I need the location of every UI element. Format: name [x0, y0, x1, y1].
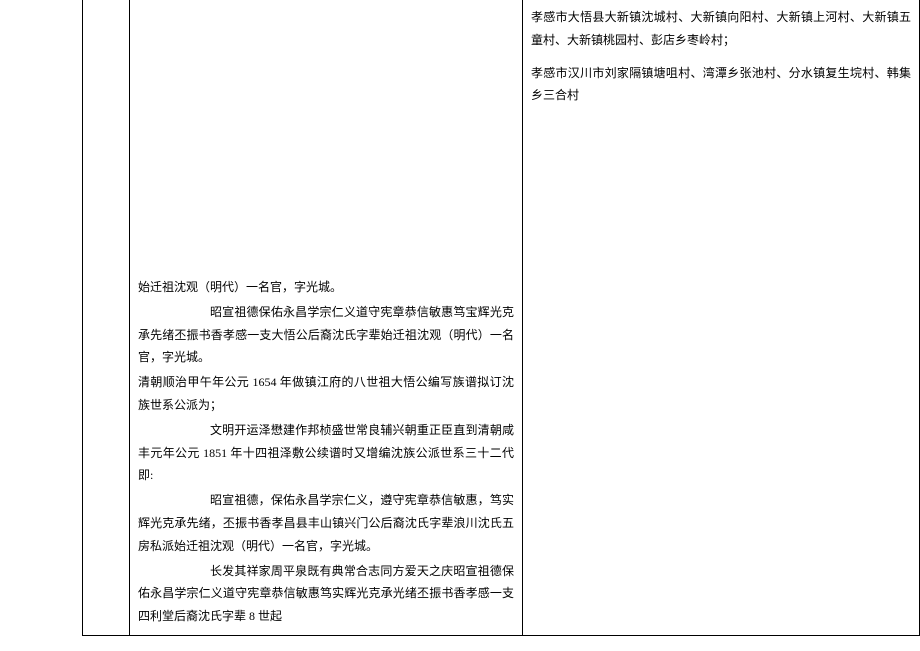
paragraph: 始迁祖沈观（明代）一名官，字光城。 — [138, 276, 514, 299]
paragraph: 昭宣祖德，保佑永昌学宗仁义，遵守宪章恭信敏惠，笃实辉光克承先绪，丕振书香孝昌县丰… — [138, 489, 514, 557]
paragraph: 孝感市汉川市刘家隔镇塘咀村、湾潭乡张池村、分水镇复生垸村、韩集乡三合村 — [531, 62, 911, 108]
table-col-2: 始迁祖沈观（明代）一名官，字光城。 昭宣祖德保佑永昌学宗仁义道守宪章恭信敏惠笃宝… — [130, 0, 523, 636]
table-col-3: 孝感市大悟县大新镇沈城村、大新镇向阳村、大新镇上河村、大新镇五童村、大新镇桃园村… — [523, 0, 920, 636]
paragraph: 孝感市大悟县大新镇沈城村、大新镇向阳村、大新镇上河村、大新镇五童村、大新镇桃园村… — [531, 6, 911, 52]
document-table: 始迁祖沈观（明代）一名官，字光城。 昭宣祖德保佑永昌学宗仁义道守宪章恭信敏惠笃宝… — [82, 0, 920, 636]
right-text-block: 孝感市大悟县大新镇沈城村、大新镇向阳村、大新镇上河村、大新镇五童村、大新镇桃园村… — [531, 6, 911, 109]
paragraph: 清朝顺治甲午年公元 1654 年做镇江府的八世祖大悟公编写族谱拟订沈族世系公派为… — [138, 371, 514, 417]
paragraph: 长发其祥家周平泉既有典常合志同方爱天之庆昭宣祖德保佑永昌学宗仁义道守宪章恭信敏惠… — [138, 560, 514, 628]
paragraph: 昭宣祖德保佑永昌学宗仁义道守宪章恭信敏惠笃宝辉光克承先绪丕振书香孝感一支大悟公后… — [138, 301, 514, 369]
paragraph: 文明开运泽懋建作邦桢盛世常良辅兴朝重正臣直到清朝咸丰元年公元 1851 年十四祖… — [138, 419, 514, 487]
middle-text-block: 始迁祖沈观（明代）一名官，字光城。 昭宣祖德保佑永昌学宗仁义道守宪章恭信敏惠笃宝… — [138, 276, 514, 630]
table-col-1 — [82, 0, 130, 636]
